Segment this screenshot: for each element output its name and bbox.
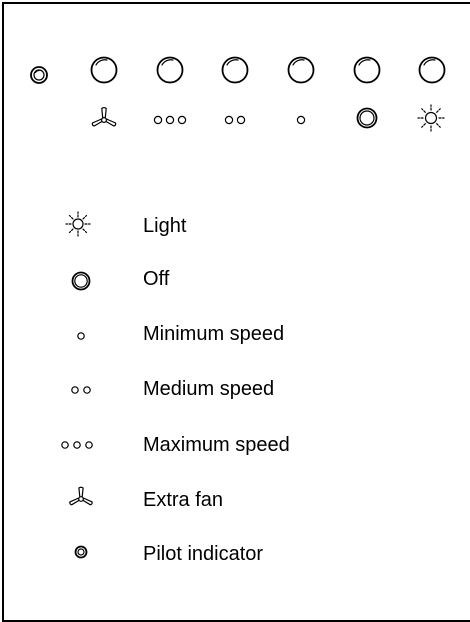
pilot-indicator-icon <box>30 66 48 84</box>
light-button[interactable] <box>415 53 449 87</box>
legend-medium-speed-icon <box>71 386 91 394</box>
legend-extra-fan-icon <box>69 486 93 506</box>
legend-minimum-speed-icon <box>77 332 85 340</box>
legend-label-minimum-speed: Minimum speed <box>143 323 285 345</box>
minimum-speed-button[interactable] <box>284 53 318 87</box>
light-icon <box>417 104 445 132</box>
extra-fan-icon <box>91 107 117 127</box>
legend-light-icon <box>65 211 91 237</box>
legend-label-light: Light <box>143 215 187 237</box>
maximum-speed-icon <box>153 115 187 125</box>
medium-speed-icon <box>224 115 246 125</box>
minimum-speed-icon <box>296 115 306 125</box>
off-button[interactable] <box>350 53 384 87</box>
legend-label-maximum-speed: Maximum speed <box>143 434 290 456</box>
legend-label-off: Off <box>143 268 170 290</box>
legend-label-pilot-indicator: Pilot indicator <box>143 543 264 565</box>
extra-fan-button[interactable] <box>87 53 121 87</box>
medium-speed-button[interactable] <box>218 53 252 87</box>
off-icon <box>356 107 378 129</box>
legend-maximum-speed-icon <box>61 441 93 449</box>
legend-off-icon <box>71 271 91 291</box>
legend-label-extra-fan: Extra fan <box>143 489 224 511</box>
control-panel-diagram <box>2 2 470 622</box>
legend-label-medium-speed: Medium speed <box>143 378 275 400</box>
maximum-speed-button[interactable] <box>153 53 187 87</box>
legend-pilot-indicator-icon <box>74 545 88 559</box>
